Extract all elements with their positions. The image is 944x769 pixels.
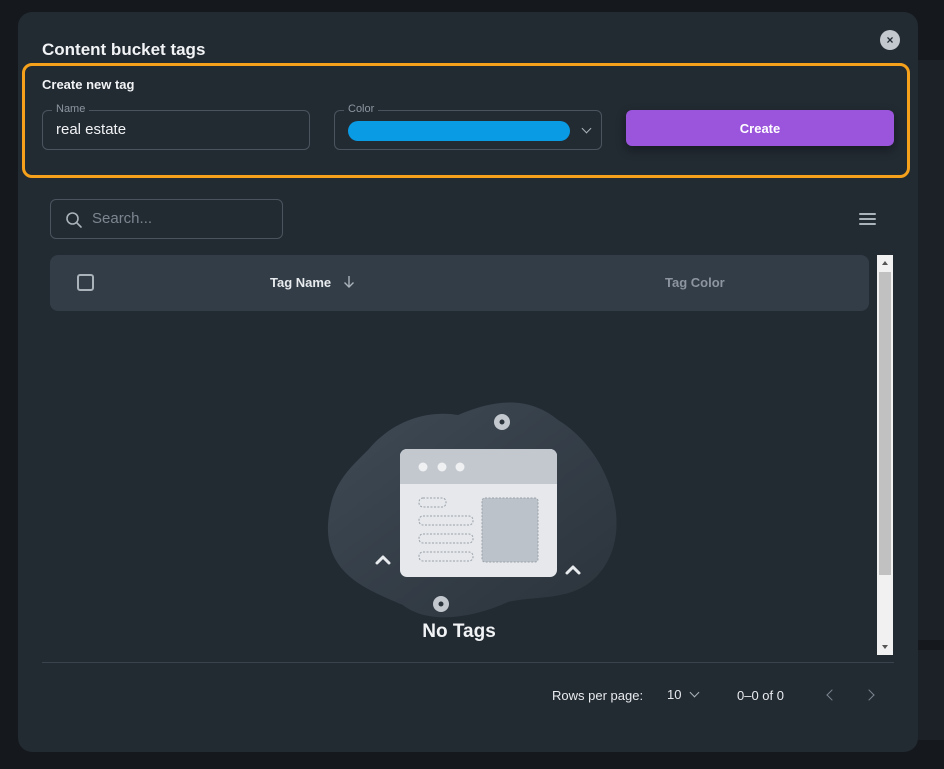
chevron-down-icon[interactable] [689, 687, 700, 698]
background-panel-bottom [918, 650, 944, 740]
table-header: Tag Name Tag Color [50, 255, 869, 311]
rows-per-page-select[interactable]: 10 [667, 687, 681, 702]
chevron-right-icon [863, 689, 875, 701]
sort-arrow-icon[interactable] [342, 275, 356, 289]
modal-title: Content bucket tags [42, 40, 206, 59]
name-field[interactable]: Name real estate [42, 103, 310, 150]
chevron-down-icon [581, 123, 592, 134]
column-header-tag-name[interactable]: Tag Name [270, 275, 331, 290]
close-icon: × [886, 33, 894, 47]
name-field-label: Name [52, 103, 90, 115]
empty-state-illustration [327, 402, 617, 618]
column-header-tag-color[interactable]: Tag Color [665, 275, 725, 290]
search-placeholder: Search... [92, 210, 153, 227]
background-panel-right [918, 60, 944, 640]
empty-state-message: No Tags [422, 621, 496, 642]
vertical-scrollbar[interactable] [877, 255, 893, 655]
create-button[interactable]: Create [626, 110, 894, 146]
scroll-down-arrow-icon[interactable] [882, 645, 888, 649]
color-field-label: Color [344, 103, 379, 115]
footer-divider [42, 662, 894, 663]
tags-modal: Content bucket tags × Create new tag Nam… [18, 12, 918, 752]
selected-color-swatch [348, 121, 570, 141]
chevron-left-icon [826, 689, 838, 701]
create-tag-title: Create new tag [42, 77, 135, 92]
create-tag-panel: Create new tag Name real estate Color Cr… [22, 63, 910, 178]
close-button[interactable]: × [880, 30, 900, 50]
scroll-thumb[interactable] [879, 272, 891, 575]
previous-page-button[interactable] [822, 686, 840, 704]
rows-per-page-label: Rows per page: [552, 688, 644, 703]
color-select[interactable]: Color [334, 103, 602, 150]
select-all-checkbox[interactable] [77, 274, 94, 291]
name-input-value[interactable]: real estate [56, 121, 126, 138]
next-page-button[interactable] [862, 686, 880, 704]
menu-icon[interactable] [859, 213, 876, 226]
search-field[interactable]: Search... [50, 199, 283, 239]
scroll-up-arrow-icon[interactable] [882, 261, 888, 265]
search-icon [66, 212, 82, 228]
pagination-range: 0–0 of 0 [737, 688, 784, 703]
